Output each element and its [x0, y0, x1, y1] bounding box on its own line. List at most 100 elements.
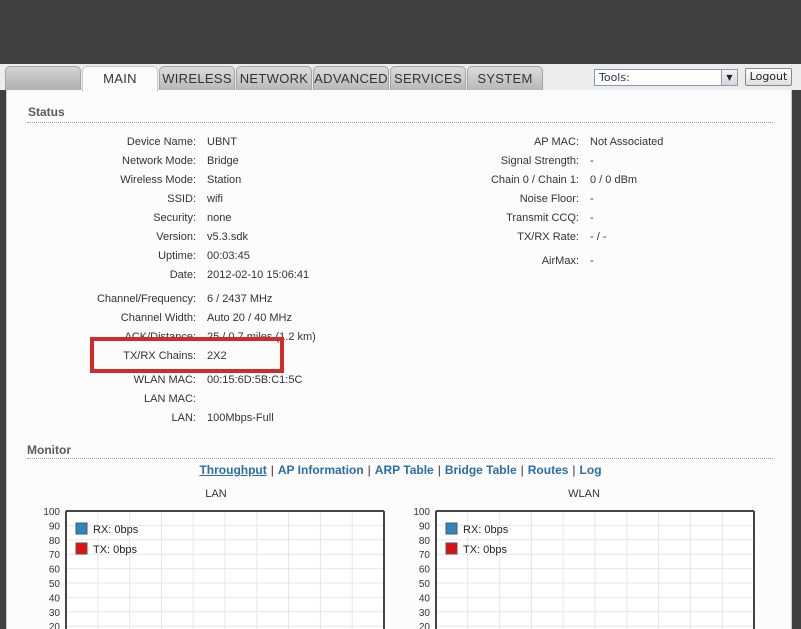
status-divider: [27, 122, 773, 123]
status-value: -: [590, 155, 594, 167]
link-separator: |: [437, 463, 441, 477]
status-value: 00:03:45: [207, 250, 250, 262]
status-label: Security:: [153, 212, 196, 224]
y-tick-label: 30: [419, 608, 431, 619]
monitor-link-routes[interactable]: Routes: [528, 463, 569, 477]
y-tick-label: 60: [419, 565, 431, 576]
status-heading: Status: [28, 105, 65, 119]
lan-throughput-chart: 100 90 80 70 60 50 40 30 20 RX: 0bps TX: 0bps: [43, 507, 385, 629]
status-label: Wireless Mode:: [120, 174, 196, 186]
y-tick-label: 100: [413, 507, 430, 518]
y-tick-label: 80: [419, 536, 431, 547]
status-label: Signal Strength:: [500, 155, 579, 167]
legend-swatch: [75, 522, 88, 535]
status-value: 00:15:6D:5B:C1:5C: [207, 374, 303, 386]
logout-button[interactable]: Logout: [745, 68, 792, 86]
legend-swatch: [75, 542, 88, 555]
status-value: -: [590, 255, 594, 267]
wlan-throughput-chart: 100 90 80 70 60 50 40 30 20 RX: 0bps TX: 0bps: [413, 507, 755, 629]
status-label: AP MAC:: [533, 136, 579, 148]
tab-wireless-label: WIRELESS: [162, 71, 232, 86]
status-value: wifi: [207, 193, 223, 205]
y-tick-label: 50: [419, 579, 431, 590]
monitor-link-log[interactable]: Log: [580, 463, 602, 477]
tab-wireless[interactable]: WIRELESS: [159, 66, 235, 90]
status-value: 100Mbps-Full: [207, 412, 274, 424]
link-separator: |: [367, 463, 371, 477]
y-tick-label: 40: [419, 593, 431, 604]
legend-label: RX: 0bps: [93, 524, 139, 536]
status-value: Auto 20 / 40 MHz: [207, 312, 292, 324]
tab-system[interactable]: SYSTEM: [467, 66, 543, 90]
tab-advanced[interactable]: ADVANCED: [313, 66, 389, 90]
status-value: -: [590, 193, 594, 205]
tab-advanced-label: ADVANCED: [314, 71, 388, 86]
tools-select[interactable]: Tools: ▼: [594, 69, 738, 86]
status-label: Noise Floor:: [519, 193, 579, 205]
y-tick-label: 90: [49, 521, 61, 532]
tab-services[interactable]: SERVICES: [390, 66, 466, 90]
status-value: - / -: [590, 231, 607, 243]
y-tick-label: 40: [49, 593, 61, 604]
tab-network[interactable]: NETWORK: [236, 66, 312, 90]
tools-select-value: Tools:: [599, 71, 630, 84]
status-label: WLAN MAC:: [133, 374, 196, 386]
y-tick-label: 70: [49, 550, 61, 561]
y-tick-label: 30: [49, 608, 61, 619]
status-label: Date:: [169, 269, 196, 281]
y-tick-label: 20: [49, 622, 61, 629]
tab-system-label: SYSTEM: [477, 71, 533, 86]
y-tick-label: 70: [419, 550, 431, 561]
tab-logo[interactable]: [5, 66, 81, 90]
link-separator: |: [270, 463, 274, 477]
link-separator: |: [572, 463, 576, 477]
status-value: -: [590, 212, 594, 224]
y-tick-label: 20: [419, 622, 431, 629]
y-tick-label: 90: [419, 521, 431, 532]
status-label: LAN MAC:: [144, 393, 196, 405]
tab-main-label: MAIN: [103, 71, 137, 86]
legend-label: RX: 0bps: [463, 524, 509, 536]
monitor-link-ap-information[interactable]: AP Information: [278, 463, 364, 477]
link-separator: |: [520, 463, 524, 477]
monitor-tabs: Throughput | AP Information | ARP Table | Brid…: [0, 463, 801, 477]
monitor-divider: [27, 458, 773, 459]
monitor-link-throughput[interactable]: Throughput: [199, 463, 266, 477]
y-tick-label: 100: [43, 507, 60, 518]
status-value: 6 / 2437 MHz: [207, 293, 273, 305]
status-value: none: [207, 212, 232, 224]
legend-label: TX: 0bps: [93, 544, 138, 556]
y-tick-label: 50: [49, 579, 61, 590]
status-label: Channel/Frequency:: [96, 293, 196, 305]
status-label: Network Mode:: [122, 155, 196, 167]
status-label: Chain 0 / Chain 1:: [490, 174, 579, 186]
status-value: UBNT: [207, 136, 237, 148]
legend-label: TX: 0bps: [463, 544, 508, 556]
status-value: Not Associated: [590, 136, 664, 148]
tab-main[interactable]: MAIN: [82, 66, 158, 92]
chevron-down-icon[interactable]: ▼: [721, 70, 737, 85]
wlan-chart-title: WLAN: [568, 488, 600, 500]
status-label: Version:: [156, 231, 196, 243]
y-tick-label: 80: [49, 536, 61, 547]
status-value: 0 / 0 dBm: [590, 174, 638, 186]
status-label: Channel Width:: [120, 312, 196, 324]
top-banner: [0, 0, 801, 66]
status-value: Bridge: [207, 155, 239, 167]
status-label: TX/RX Rate:: [517, 231, 579, 243]
monitor-link-arp-table[interactable]: ARP Table: [375, 463, 434, 477]
highlight-box: [90, 337, 284, 373]
tab-network-label: NETWORK: [239, 71, 309, 86]
status-label: Uptime:: [158, 250, 196, 262]
status-label: Transmit CCQ:: [506, 212, 579, 224]
status-value: 2012-02-10 15:06:41: [207, 269, 310, 281]
status-label: AirMax:: [541, 255, 579, 267]
legend-swatch: [445, 522, 458, 535]
monitor-link-bridge-table[interactable]: Bridge Table: [445, 463, 517, 477]
status-label: LAN:: [171, 412, 196, 424]
y-tick-label: 60: [49, 565, 61, 576]
legend-swatch: [445, 542, 458, 555]
lan-chart-title: LAN: [205, 488, 227, 500]
status-value: Station: [207, 174, 242, 186]
tab-services-label: SERVICES: [394, 71, 462, 86]
